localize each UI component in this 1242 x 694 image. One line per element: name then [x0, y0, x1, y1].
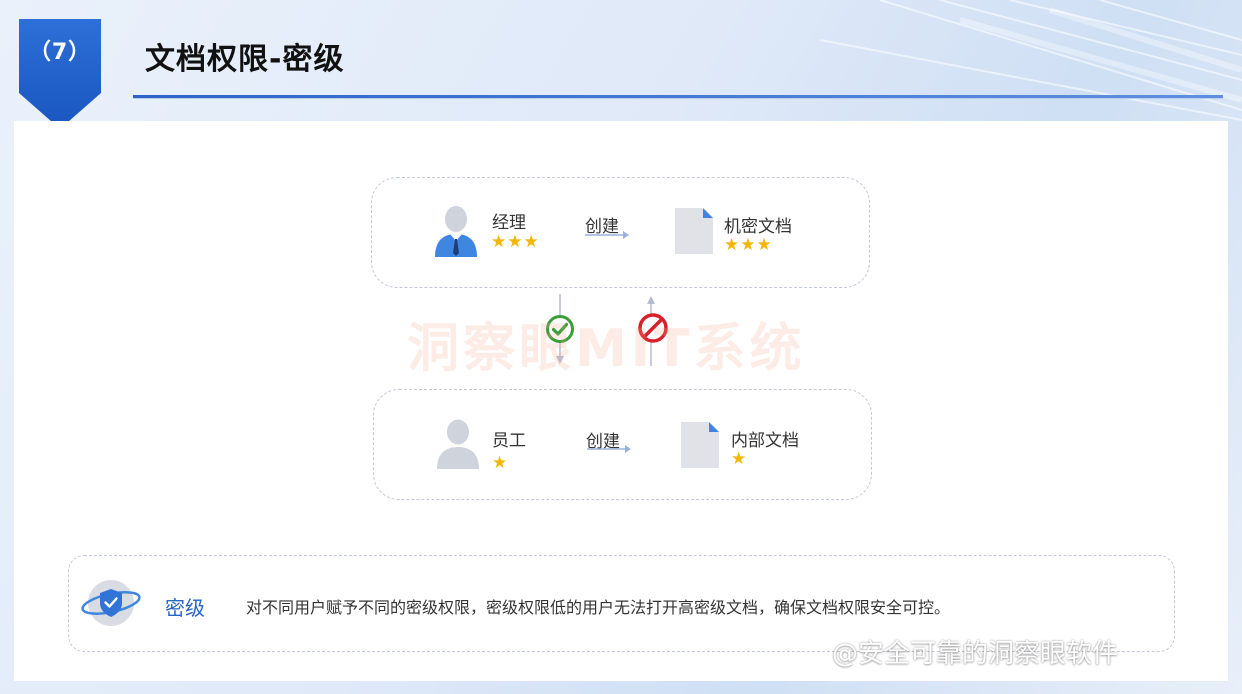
internal-document-label: 内部文档 [731, 431, 799, 451]
employee-stars: ★ [492, 453, 509, 473]
employee-label: 员工 [492, 431, 526, 451]
create-arrow-icon [585, 231, 629, 239]
confidential-document-label: 机密文档 [724, 217, 792, 237]
create-arrow-icon [587, 445, 631, 453]
info-title: 密级 [165, 596, 205, 620]
info-description: 对不同用户赋予不同的密级权限，密级权限低的用户无法打开高密级文档，确保文档权限安… [246, 598, 951, 617]
manager-stars: ★★★ [491, 232, 540, 252]
shield-security-icon [81, 580, 141, 626]
manager-label: 经理 [492, 213, 526, 233]
section-number: （7） [28, 40, 92, 65]
confidential-document-icon [675, 208, 713, 254]
title-underline [133, 95, 1223, 99]
footer-credit: @安全可靠的洞察眼软件 [832, 639, 1119, 669]
internal-document-icon [681, 422, 719, 468]
watermark: 洞察眼MIT系统 [407, 319, 806, 379]
confidential-document-stars: ★★★ [724, 235, 773, 255]
manager-avatar-icon [435, 206, 477, 257]
internal-document-stars: ★ [731, 449, 748, 469]
page-title: 文档权限-密级 [145, 42, 345, 77]
employee-avatar-icon [437, 419, 479, 469]
